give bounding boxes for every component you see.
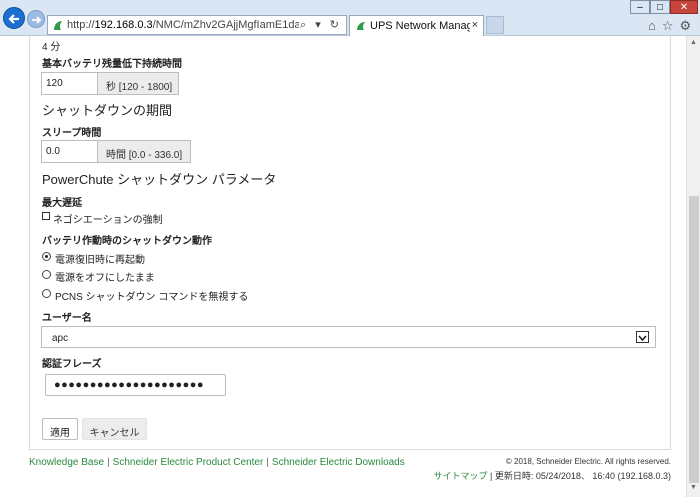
chevron-down-icon[interactable] xyxy=(636,331,649,343)
username-label: ユーザー名 xyxy=(42,313,92,324)
cancel-button[interactable]: キャンセル xyxy=(82,418,147,440)
passphrase-label: 認証フレーズ xyxy=(42,359,102,370)
product-center-link[interactable]: Schneider Electric Product Center xyxy=(113,457,264,468)
option-ignore-pcns-command: PCNS シャットダウン コマンドを無視する xyxy=(55,292,249,303)
tab-title: UPS Network Managem... xyxy=(370,20,470,32)
sleep-time-unit: 時間 [0.0 - 336.0] xyxy=(98,140,191,163)
address-bar[interactable]: http://192.168.0.3/NMC/mZhv2GAjjMgfIamE1… xyxy=(47,15,347,35)
radio-restart-on-power-return[interactable] xyxy=(42,252,51,261)
forward-button[interactable] xyxy=(27,10,45,28)
last-updated-text: | 更新日時: 05/24/2018、 16:40 (192.168.0.3) xyxy=(490,471,671,481)
shutdown-period-heading: シャットダウンの期間 xyxy=(42,103,173,118)
maximize-button[interactable]: □ xyxy=(650,0,670,14)
footer-separator: | xyxy=(107,457,110,468)
low-battery-duration-unit: 秒 [120 - 1800] xyxy=(98,72,179,95)
vertical-scrollbar[interactable]: ▲ ▼ xyxy=(686,36,700,497)
username-value: apc xyxy=(52,333,69,344)
back-button[interactable] xyxy=(3,7,25,29)
address-tools-icon[interactable]: ⌕ ▾ ↻ xyxy=(300,18,342,32)
tab-close-icon[interactable]: × xyxy=(472,19,478,31)
sleep-time-input[interactable]: 0.0 xyxy=(41,140,98,163)
sleep-time-label: スリープ時間 xyxy=(42,128,102,139)
home-favorites-settings-icon[interactable]: ⌂☆⚙ xyxy=(648,18,697,34)
footer-separator: | xyxy=(266,457,269,468)
option-restart-on-power-return: 電源復旧時に再起動 xyxy=(55,255,145,266)
browser-chrome: http://192.168.0.3/NMC/mZhv2GAjjMgfIamE1… xyxy=(0,0,700,36)
scrollbar-thumb[interactable] xyxy=(689,196,699,483)
footer-meta: サイトマップ | 更新日時: 05/24/2018、 16:40 (192.16… xyxy=(434,469,671,482)
radio-ignore-pcns-command[interactable] xyxy=(42,289,51,298)
arrow-right-icon xyxy=(32,16,42,24)
arrow-left-icon xyxy=(8,14,19,24)
site-icon xyxy=(54,21,62,30)
max-delay-label: 最大遅延 xyxy=(42,198,82,209)
low-battery-duration-label: 基本バッテリ残量低下持続時間 xyxy=(42,59,182,70)
knowledge-base-link[interactable]: Knowledge Base xyxy=(29,457,104,468)
footer-links: Knowledge Base | Schneider Electric Produc… xyxy=(29,457,405,468)
new-tab-button[interactable] xyxy=(486,16,504,34)
close-window-button[interactable]: ✕ xyxy=(670,0,698,14)
option-stay-off: 電源をオフにしたまま xyxy=(55,273,155,284)
force-negotiation-label: ネゴシエーションの強制 xyxy=(53,215,163,226)
copyright-text: © 2018, Schneider Electric. All rights r… xyxy=(505,457,671,466)
apply-button[interactable]: 適用 xyxy=(42,418,78,440)
powerchute-heading: PowerChute シャットダウン パラメータ xyxy=(42,172,277,187)
scroll-down-icon[interactable]: ▼ xyxy=(690,484,697,491)
battery-shutdown-action-label: バッテリ作動時のシャットダウン動作 xyxy=(42,236,212,247)
sitemap-link[interactable]: サイトマップ xyxy=(434,471,488,481)
downloads-link[interactable]: Schneider Electric Downloads xyxy=(272,457,405,468)
minimize-button[interactable]: – xyxy=(630,0,650,14)
tab-ups-network-management[interactable]: UPS Network Managem... × xyxy=(349,15,484,36)
scroll-up-icon[interactable]: ▲ xyxy=(690,39,697,46)
low-battery-duration-input[interactable]: 120 xyxy=(41,72,98,95)
passphrase-input[interactable]: ●●●●●●●●●●●●●●●●●●●●● xyxy=(45,374,226,396)
top-value: 4 分 xyxy=(42,42,61,53)
url-text: http://192.168.0.3/NMC/mZhv2GAjjMgfIamE1… xyxy=(67,19,299,31)
site-favicon-icon xyxy=(357,22,365,30)
force-negotiation-checkbox[interactable] xyxy=(42,212,50,220)
radio-stay-off[interactable] xyxy=(42,270,51,279)
passphrase-masked-value: ●●●●●●●●●●●●●●●●●●●●● xyxy=(54,379,205,391)
page-content: 4 分 基本バッテリ残量低下持続時間 120 秒 [120 - 1800] シャ… xyxy=(0,36,686,497)
username-select[interactable]: apc xyxy=(41,326,656,348)
